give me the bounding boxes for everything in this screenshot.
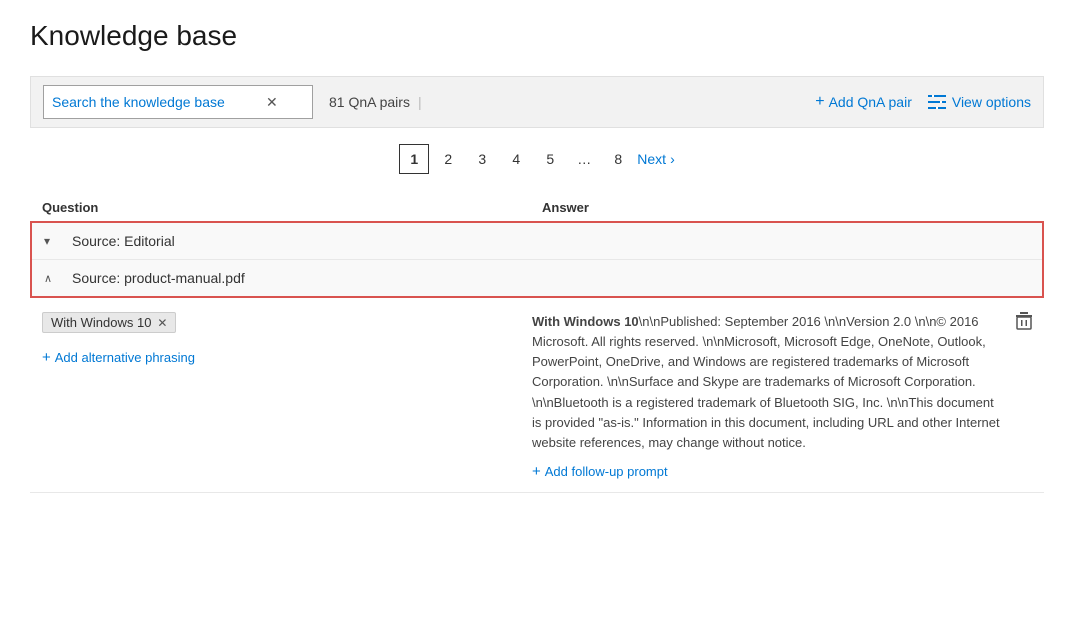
page-btn-8[interactable]: 8 — [603, 144, 633, 174]
plus-icon: + — [815, 93, 824, 111]
view-options-label: View options — [952, 94, 1031, 110]
qna-row: With Windows 10 ✕ + Add alternative phra… — [30, 300, 1044, 493]
page-btn-5[interactable]: 5 — [535, 144, 565, 174]
add-followup-button[interactable]: + Add follow-up prompt — [532, 463, 668, 480]
pagination: 1 2 3 4 5 … 8 Next › — [30, 140, 1044, 178]
source-product-manual-row[interactable]: ∧ Source: product-manual.pdf — [32, 260, 1042, 296]
col-question-header: Question — [42, 200, 542, 215]
next-chevron-icon: › — [670, 151, 675, 167]
answer-text: With Windows 10\n\nPublished: September … — [532, 312, 1032, 453]
page-btn-1[interactable]: 1 — [399, 144, 429, 174]
table-header: Question Answer — [30, 194, 1044, 221]
add-qna-button[interactable]: + Add QnA pair — [815, 93, 912, 111]
source-editorial-row[interactable]: ▾ Source: Editorial — [32, 223, 1042, 260]
page-btn-4[interactable]: 4 — [501, 144, 531, 174]
page-btn-2[interactable]: 2 — [433, 144, 463, 174]
add-phrasing-label: Add alternative phrasing — [55, 350, 195, 365]
next-label: Next — [637, 151, 666, 167]
page-container: Knowledge base ✕ 81 QnA pairs | + Add Qn… — [0, 0, 1074, 636]
add-followup-plus-icon: + — [532, 463, 541, 480]
qna-count: 81 QnA pairs — [329, 94, 410, 110]
view-options-icon — [928, 95, 946, 109]
add-phrasing-plus-icon: + — [42, 349, 51, 366]
page-title: Knowledge base — [30, 20, 1044, 52]
question-tag-close-icon[interactable]: ✕ — [157, 316, 167, 330]
page-btn-3[interactable]: 3 — [467, 144, 497, 174]
add-followup-label: Add follow-up prompt — [545, 464, 668, 479]
qna-answer-col: With Windows 10\n\nPublished: September … — [532, 312, 1032, 480]
source-product-manual-label: Source: product-manual.pdf — [72, 270, 245, 286]
add-alternative-phrasing-button[interactable]: + Add alternative phrasing — [42, 349, 195, 366]
source-editorial-chevron: ▾ — [44, 234, 64, 248]
source-product-chevron: ∧ — [44, 272, 64, 285]
view-options-button[interactable]: View options — [928, 94, 1031, 110]
search-box[interactable]: ✕ — [43, 85, 313, 119]
source-editorial-label: Source: Editorial — [72, 233, 175, 249]
search-clear-icon[interactable]: ✕ — [266, 94, 278, 111]
toolbar-divider: | — [418, 94, 422, 110]
delete-qna-icon[interactable] — [1016, 312, 1032, 338]
toolbar: ✕ 81 QnA pairs | + Add QnA pair — [30, 76, 1044, 128]
add-qna-label: Add QnA pair — [829, 94, 912, 110]
question-tag-text: With Windows 10 — [51, 315, 151, 330]
next-button[interactable]: Next › — [637, 151, 674, 167]
qna-question-col: With Windows 10 ✕ + Add alternative phra… — [42, 312, 532, 480]
question-tag[interactable]: With Windows 10 ✕ — [42, 312, 176, 333]
search-input[interactable] — [52, 94, 262, 110]
toolbar-actions: + Add QnA pair View options — [815, 93, 1031, 111]
col-answer-header: Answer — [542, 200, 1032, 215]
page-btn-ellipsis: … — [569, 144, 599, 174]
source-group: ▾ Source: Editorial ∧ Source: product-ma… — [30, 221, 1044, 298]
